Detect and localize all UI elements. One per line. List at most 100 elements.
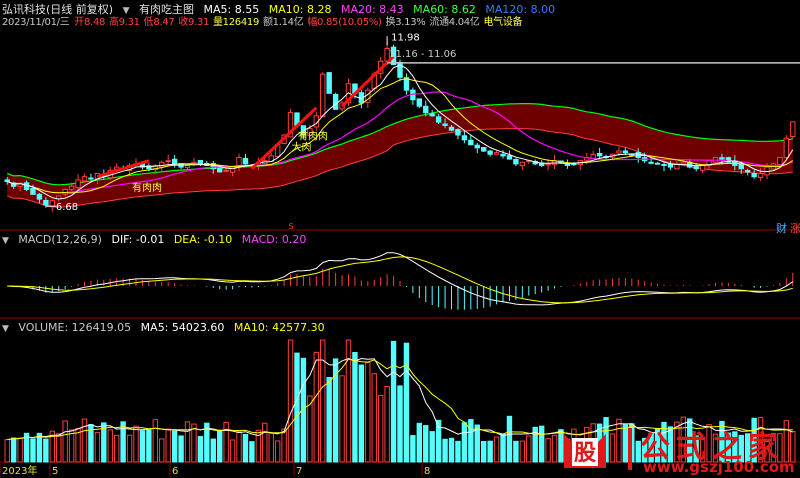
volume-bar — [403, 342, 410, 463]
volume-bar — [416, 422, 423, 463]
candle — [481, 147, 487, 152]
candle-body — [738, 164, 744, 170]
volume-bar — [339, 375, 345, 463]
candle-body — [242, 157, 249, 165]
volume-bar — [223, 421, 229, 463]
candle — [699, 164, 706, 174]
volume-bar — [17, 437, 23, 463]
candle — [564, 159, 571, 169]
candle — [493, 150, 500, 155]
volume-bar — [81, 418, 88, 463]
watermark-url: www.gszj100.com — [643, 458, 795, 476]
volume-bar — [56, 433, 62, 463]
candle-body — [4, 179, 10, 183]
volume-bar — [36, 432, 43, 463]
volume-bar — [120, 421, 126, 463]
candle-body — [493, 152, 500, 155]
volume-bar — [429, 431, 435, 463]
signal-label-3: 大肉 — [292, 141, 312, 154]
volume-bar — [184, 421, 191, 463]
volume-bar — [410, 435, 416, 463]
volume-bar — [294, 352, 300, 463]
high-price-label: 11.98 — [391, 32, 420, 43]
candle-body — [474, 144, 480, 149]
candle-body — [616, 150, 622, 154]
volume-bar — [68, 429, 75, 463]
volume-bar — [526, 435, 532, 463]
volume-bar — [384, 385, 390, 463]
volume-bar — [165, 428, 171, 463]
candle-body — [197, 160, 204, 165]
candle-body — [513, 158, 519, 165]
volume-bar — [622, 424, 629, 463]
candle-body — [468, 139, 474, 146]
candle-body — [693, 166, 699, 170]
candle-body — [30, 187, 36, 195]
candle-body — [506, 155, 513, 160]
volume-bar — [377, 395, 384, 463]
candle-body — [648, 161, 654, 164]
candle-body — [49, 200, 55, 207]
candle — [551, 155, 558, 169]
candle-body — [81, 176, 88, 182]
volume-bar — [461, 422, 468, 463]
volume-bar — [545, 438, 551, 463]
signal-label-1: 有肉肉 — [132, 181, 162, 194]
candle-body — [429, 113, 435, 117]
volume-bar — [159, 438, 165, 463]
candle — [88, 173, 94, 181]
rise-button[interactable]: 涨 — [790, 220, 800, 236]
signal-label-2: 有肉肉 — [298, 129, 328, 142]
candle-body — [751, 173, 757, 178]
candle-body — [165, 160, 171, 163]
candle-body — [461, 135, 468, 141]
volume-bar — [481, 440, 487, 463]
candle-body — [783, 137, 790, 158]
candle — [487, 149, 493, 157]
volume-bar — [281, 428, 287, 463]
volume-bar — [43, 438, 49, 463]
candle-body — [719, 157, 725, 160]
volume-bar — [191, 423, 197, 463]
candle — [661, 162, 667, 172]
volume-bar — [249, 441, 255, 463]
volume-bar — [126, 434, 133, 463]
x-axis-label: 6 — [172, 466, 178, 477]
volume-bar — [513, 440, 519, 463]
candle — [403, 73, 410, 95]
candle-body — [68, 185, 75, 190]
candle — [326, 72, 332, 94]
volume-bar — [448, 437, 455, 463]
candle-body — [622, 150, 629, 154]
candle-body — [448, 126, 455, 131]
candle — [416, 98, 423, 109]
volume-bar — [262, 422, 268, 463]
candle-body — [184, 164, 191, 169]
buy-marker: S — [289, 222, 294, 231]
x-axis-label: 7 — [296, 466, 302, 477]
candle-body — [171, 158, 178, 165]
watermark-logo: 股 — [564, 434, 606, 468]
volume-bar — [242, 433, 249, 463]
volume-bar — [210, 438, 216, 463]
candle-body — [455, 129, 461, 136]
volume-bar — [326, 376, 332, 463]
volume-bar — [442, 438, 448, 463]
stock-chart[interactable]: 11.9811.16 - 11.066.68有肉肉有肉肉大肉S2023年 5 6 7 8 — [0, 0, 800, 478]
volume-bar — [139, 430, 146, 463]
candle — [513, 158, 519, 167]
finance-button[interactable]: 财 — [776, 220, 787, 236]
volume-bar — [538, 425, 545, 463]
volume-bar — [783, 420, 790, 463]
volume-bar — [171, 430, 178, 463]
candle — [577, 159, 583, 170]
candle-body — [519, 161, 526, 167]
x-axis-label: 8 — [424, 466, 430, 477]
candle — [242, 153, 249, 165]
trend-band — [7, 103, 793, 208]
candle-body — [88, 177, 94, 180]
volume-bar — [493, 436, 500, 463]
volume-bar — [352, 352, 358, 463]
volume-bar — [30, 438, 36, 463]
candle-body — [790, 121, 796, 138]
